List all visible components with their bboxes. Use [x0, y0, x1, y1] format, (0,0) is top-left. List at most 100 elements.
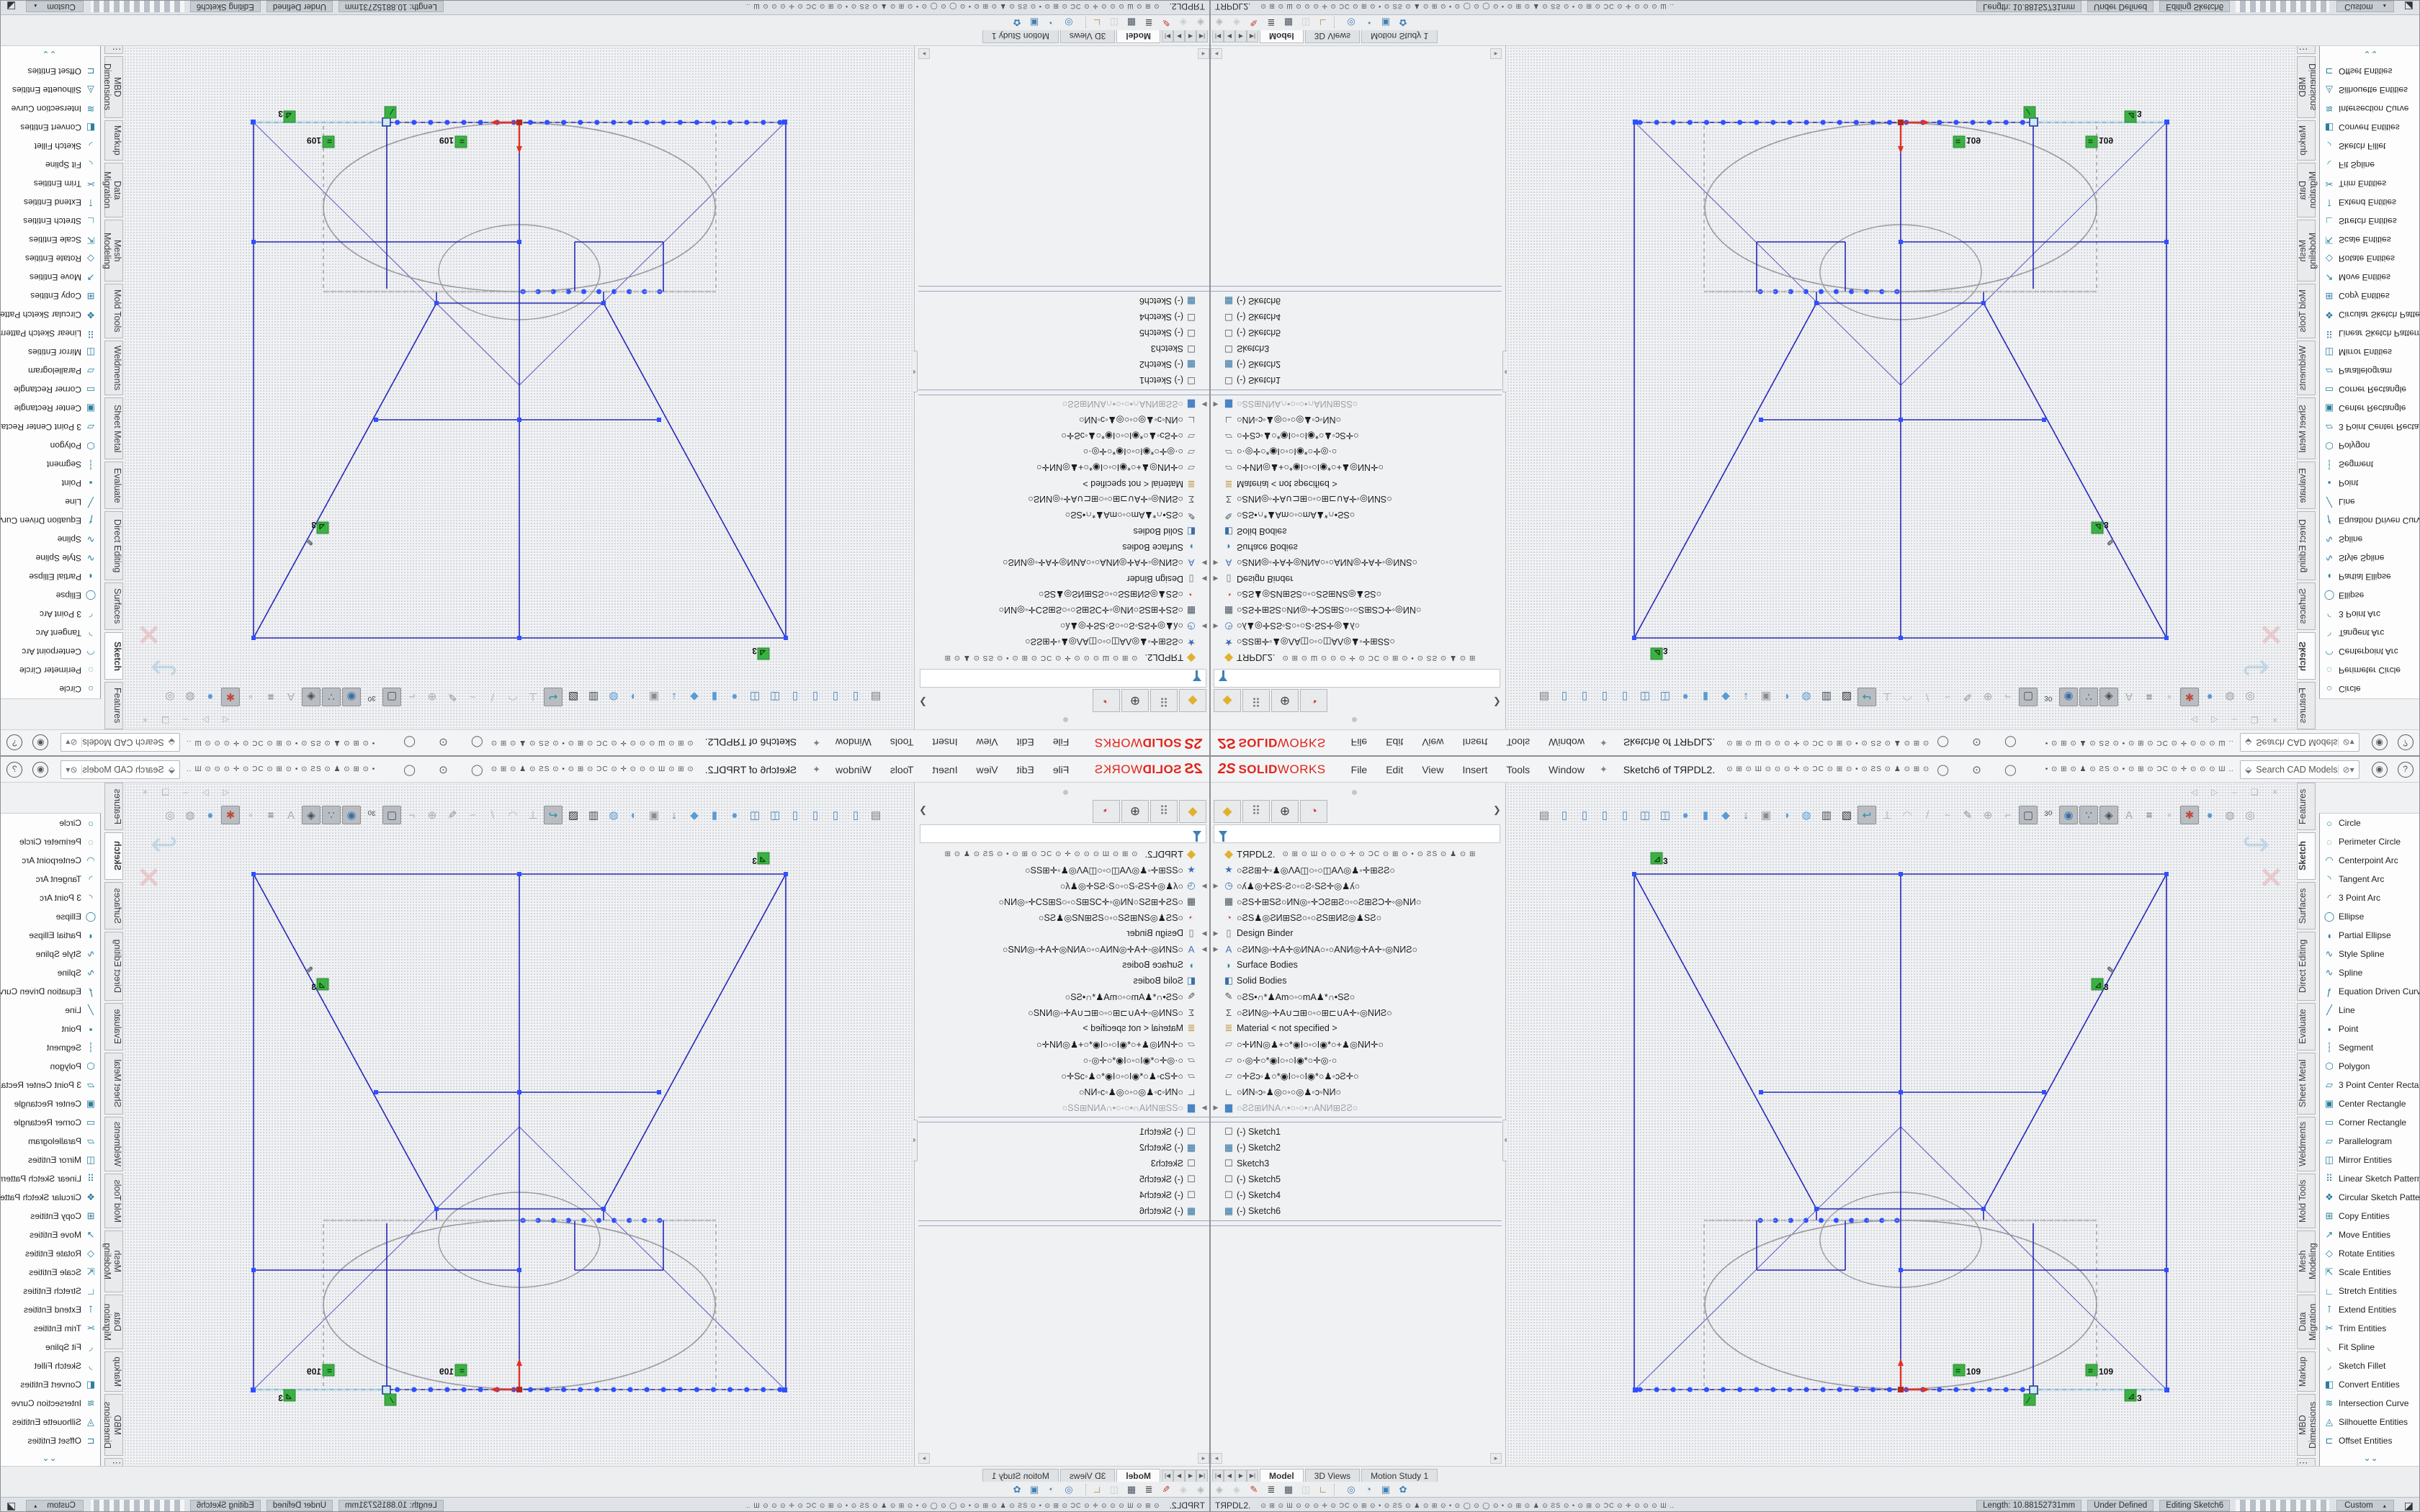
- help-icon[interactable]: ?: [2398, 762, 2414, 778]
- toolbar-icon[interactable]: ✎: [443, 688, 462, 706]
- command-tab[interactable]: Features: [104, 682, 123, 729]
- toolbar-icon[interactable]: ▮: [1696, 688, 1715, 706]
- toolbar-icon[interactable]: ▧: [1837, 688, 1856, 706]
- command-tab[interactable]: Evaluate: [2297, 1003, 2316, 1050]
- flyout-tool-item[interactable]: ≋ Intersection Curve: [0, 1394, 100, 1413]
- panel-tabs-overflow[interactable]: ❯: [919, 696, 927, 708]
- panel-tab-icon[interactable]: ◔: [1093, 800, 1120, 823]
- flyout-tool-item[interactable]: ◌ Perimeter Circle: [2320, 661, 2420, 680]
- command-tab[interactable]: Mold Tools: [104, 284, 123, 338]
- toolbar-icon[interactable]: ●: [2200, 806, 2219, 824]
- tree-item[interactable]: ◧ Solid Bodies: [1211, 973, 1502, 989]
- flyout-tool-item[interactable]: ▣ Center Rectangle: [0, 1094, 100, 1113]
- menu-item[interactable]: Tools: [881, 737, 923, 749]
- tree-item[interactable]: ✎ ○ƧS•∩*♟Am○◦○mA♟*∩•SƧ○: [1211, 508, 1502, 523]
- document-window-controls[interactable]: ◁ ▷ – ❏ ×: [2191, 715, 2283, 725]
- command-tab[interactable]: Direct Editing: [104, 932, 123, 1001]
- sketch-list-item[interactable]: ☐ (-) Sketch4: [1211, 1187, 1502, 1203]
- menu-item[interactable]: Insert: [923, 764, 967, 775]
- flyout-tool-item[interactable]: ⊺ Extend Entities: [0, 1300, 100, 1319]
- flyout-tool-item[interactable]: ◠ Centerpoint Arc: [2320, 851, 2420, 870]
- command-tab[interactable]: Markup: [104, 1351, 123, 1392]
- command-tab[interactable]: Features: [2297, 783, 2316, 830]
- flyout-tool-item[interactable]: ◟ Fit Spline: [0, 156, 100, 174]
- sketch-status-icon[interactable]: ◪: [6, 1500, 16, 1512]
- toolbar-icon[interactable]: ⌐: [403, 806, 421, 824]
- document-tab[interactable]: 3D Views: [1060, 1469, 1115, 1482]
- flyout-tool-item[interactable]: ⊞ Copy Entities: [2320, 1207, 2420, 1225]
- sketch-list-item[interactable]: ☐ Sketch3: [1211, 341, 1502, 356]
- document-tab[interactable]: Model: [1260, 1469, 1304, 1482]
- user-account-icon[interactable]: ◉: [2372, 762, 2388, 778]
- document-tab[interactable]: Motion Study 1: [1361, 30, 1438, 43]
- flyout-tool-item[interactable]: ⇱ Scale Entities: [2320, 1263, 2420, 1282]
- command-tab[interactable]: Sketch: [2297, 632, 2316, 680]
- flyout-tool-item[interactable]: ∿ Style Spline: [2320, 549, 2420, 567]
- toolbar-circle-icons[interactable]: ◯ ⊙ ◯: [393, 763, 483, 776]
- tree-item[interactable]: ∟ ○ИΝ◦ↄ◦♟◎○◦○◎♟◦ↄ◦ΝИ○: [1211, 1084, 1502, 1099]
- command-tab[interactable]: Surfaces: [2297, 882, 2316, 930]
- flyout-tool-item[interactable]: ▣ Center Rectangle: [2320, 1094, 2420, 1113]
- menu-item[interactable]: File: [1044, 764, 1079, 775]
- bottom-toolbar-icon[interactable]: ◈: [1192, 17, 1209, 29]
- toolbar-icon[interactable]: ◆: [1716, 806, 1735, 824]
- tree-item[interactable]: ★ ○ƧƧ⊞✛◦♟◎ΛA◫○◦○◫AΛ◎♟◦✛⊞ƧƧ○: [918, 862, 1209, 878]
- toolbar-icon[interactable]: ⊕: [423, 688, 442, 706]
- tree-item[interactable]: ★ ○ƧƧ⊞✛◦♟◎ΛA◫○◦○◫AΛ◎♟◦✛⊞ƧƧ○: [1211, 634, 1502, 650]
- sketch-list-item[interactable]: ▦ (-) Sketch6: [918, 1203, 1209, 1219]
- panel-tab-icon[interactable]: ⊕: [1271, 689, 1299, 712]
- toolbar-icon[interactable]: ▯: [806, 688, 825, 706]
- relation-badges[interactable]: ⊿ 3 ⊿ 3 ✎ ⊿ 3 ∕ = 109: [1651, 852, 2142, 1405]
- toolbar-icon[interactable]: ▯: [1615, 806, 1634, 824]
- flyout-tool-item[interactable]: ◯ Ellipse: [0, 586, 100, 605]
- toolbar-icon[interactable]: ³⁰: [2039, 688, 2058, 706]
- toolbar-icon[interactable]: ◠: [503, 806, 522, 824]
- sketch-list-item[interactable]: ☐ (-) Sketch1: [1211, 372, 1502, 388]
- toolbar-icon[interactable]: ³⁰: [362, 688, 381, 706]
- toolbar-icon[interactable]: ◫: [745, 688, 764, 706]
- flyout-tool-item[interactable]: ▱ Parallelogram: [2320, 361, 2420, 380]
- flyout-more-chevron[interactable]: ⌄⌄: [2320, 49, 2420, 59]
- toolbar-icon[interactable]: ▥: [584, 806, 603, 824]
- menu-item[interactable]: Insert: [923, 737, 967, 749]
- tree-item[interactable]: Σ ○ƧИΝ◎◦✛A∪⊐⊞○◦○⊞⊏∪A✛◦◎ΝИƧ○: [1211, 492, 1502, 508]
- panel-tab-icon[interactable]: ◆: [1214, 800, 1241, 823]
- sketch-status-icon[interactable]: ◪: [6, 1, 16, 13]
- toolbar-icon[interactable]: A: [282, 688, 300, 706]
- tree-item[interactable]: ▶ A ○ƧИΝ◎◦✛A✛◎ИΝA○◦○AΝИ◎✛A✛◦◎ΝИƧ○: [918, 941, 1209, 957]
- bottom-toolbar-icon[interactable]: ▣: [1026, 1484, 1043, 1495]
- flyout-tool-item[interactable]: ∿ Style Spline: [2320, 945, 2420, 963]
- toolbar-circle-icons[interactable]: ◯ ⊙ ◯: [1937, 737, 2026, 750]
- quick-access-toolbar-icons[interactable]: ⊙ ⊞ ⊙ Ш ⊙ ⊙ ⊙ ✛ ⊙ ƆC ⊙ ⊞ ⊙ • ⊙ ƧS ⊙ ♟ ⊙ …: [1726, 739, 1930, 747]
- toolbar-icon[interactable]: ▥: [584, 688, 603, 706]
- document-tab[interactable]: Model: [1116, 1469, 1160, 1482]
- tree-splitter[interactable]: [1211, 1117, 1502, 1122]
- command-tab[interactable]: Data Migration: [104, 1295, 123, 1349]
- flyout-more-chevron[interactable]: ⌄⌄: [0, 1453, 100, 1463]
- toolbar-icon[interactable]: /: [483, 806, 502, 824]
- bottom-toolbar-icon[interactable]: ✿: [1394, 17, 1412, 29]
- tree-item[interactable]: ▶ ▆ ○ƧƧ⊞ИΝA∩•○◦○•∩AΝИ⊞ƧƧ○: [1211, 1099, 1502, 1115]
- flyout-tool-item[interactable]: ◌ Perimeter Circle: [0, 832, 100, 851]
- flyout-tool-item[interactable]: ◬ Silhouette Entities: [2320, 81, 2420, 99]
- confirm-cancel-icon[interactable]: ✕: [137, 862, 161, 895]
- bottom-toolbar-icon[interactable]: ∟: [1088, 1484, 1106, 1495]
- scroll-right-arrow[interactable]: ▸: [918, 1453, 930, 1464]
- tree-hscrollbar[interactable]: ◂ ▸: [918, 1453, 1209, 1463]
- flyout-tool-item[interactable]: ◇ Rotate Entities: [2320, 249, 2420, 268]
- tree-item[interactable]: Σ ○ƧИΝ◎◦✛A∪⊐⊞○◦○⊞⊏∪A✛◦◎ΝИƧ○: [918, 492, 1209, 508]
- panel-tab-icon[interactable]: ◆: [1214, 689, 1241, 712]
- flyout-tool-item[interactable]: ╱ Line: [2320, 492, 2420, 511]
- flyout-tool-item[interactable]: ◌ Perimeter Circle: [2320, 832, 2420, 851]
- toolbar-icon[interactable]: A: [2120, 688, 2138, 706]
- tree-item[interactable]: ≣ Material < not specified >: [1211, 476, 1502, 492]
- confirm-ok-icon[interactable]: ↩: [2242, 824, 2270, 863]
- flyout-tool-item[interactable]: ∿ Spline: [2320, 530, 2420, 549]
- flyout-tool-item[interactable]: ƒ Equation Driven Curve: [0, 511, 100, 530]
- pin-icon[interactable]: ✦: [812, 737, 820, 749]
- bottom-toolbar-icon[interactable]: [1080, 17, 1086, 29]
- tree-item[interactable]: ★ ○ƧƧ⊞✛◦♟◎ΛA◫○◦○◫AΛ◎♟◦✛⊞ƧƧ○: [918, 634, 1209, 650]
- tree-item[interactable]: ▶ ▆ ○ƧƧ⊞ИΝA∩•○◦○•∩AΝИ⊞ƧƧ○: [918, 1099, 1209, 1115]
- tab-nav-button[interactable]: ▶: [1235, 30, 1247, 42]
- menu-item[interactable]: File: [1342, 737, 1377, 749]
